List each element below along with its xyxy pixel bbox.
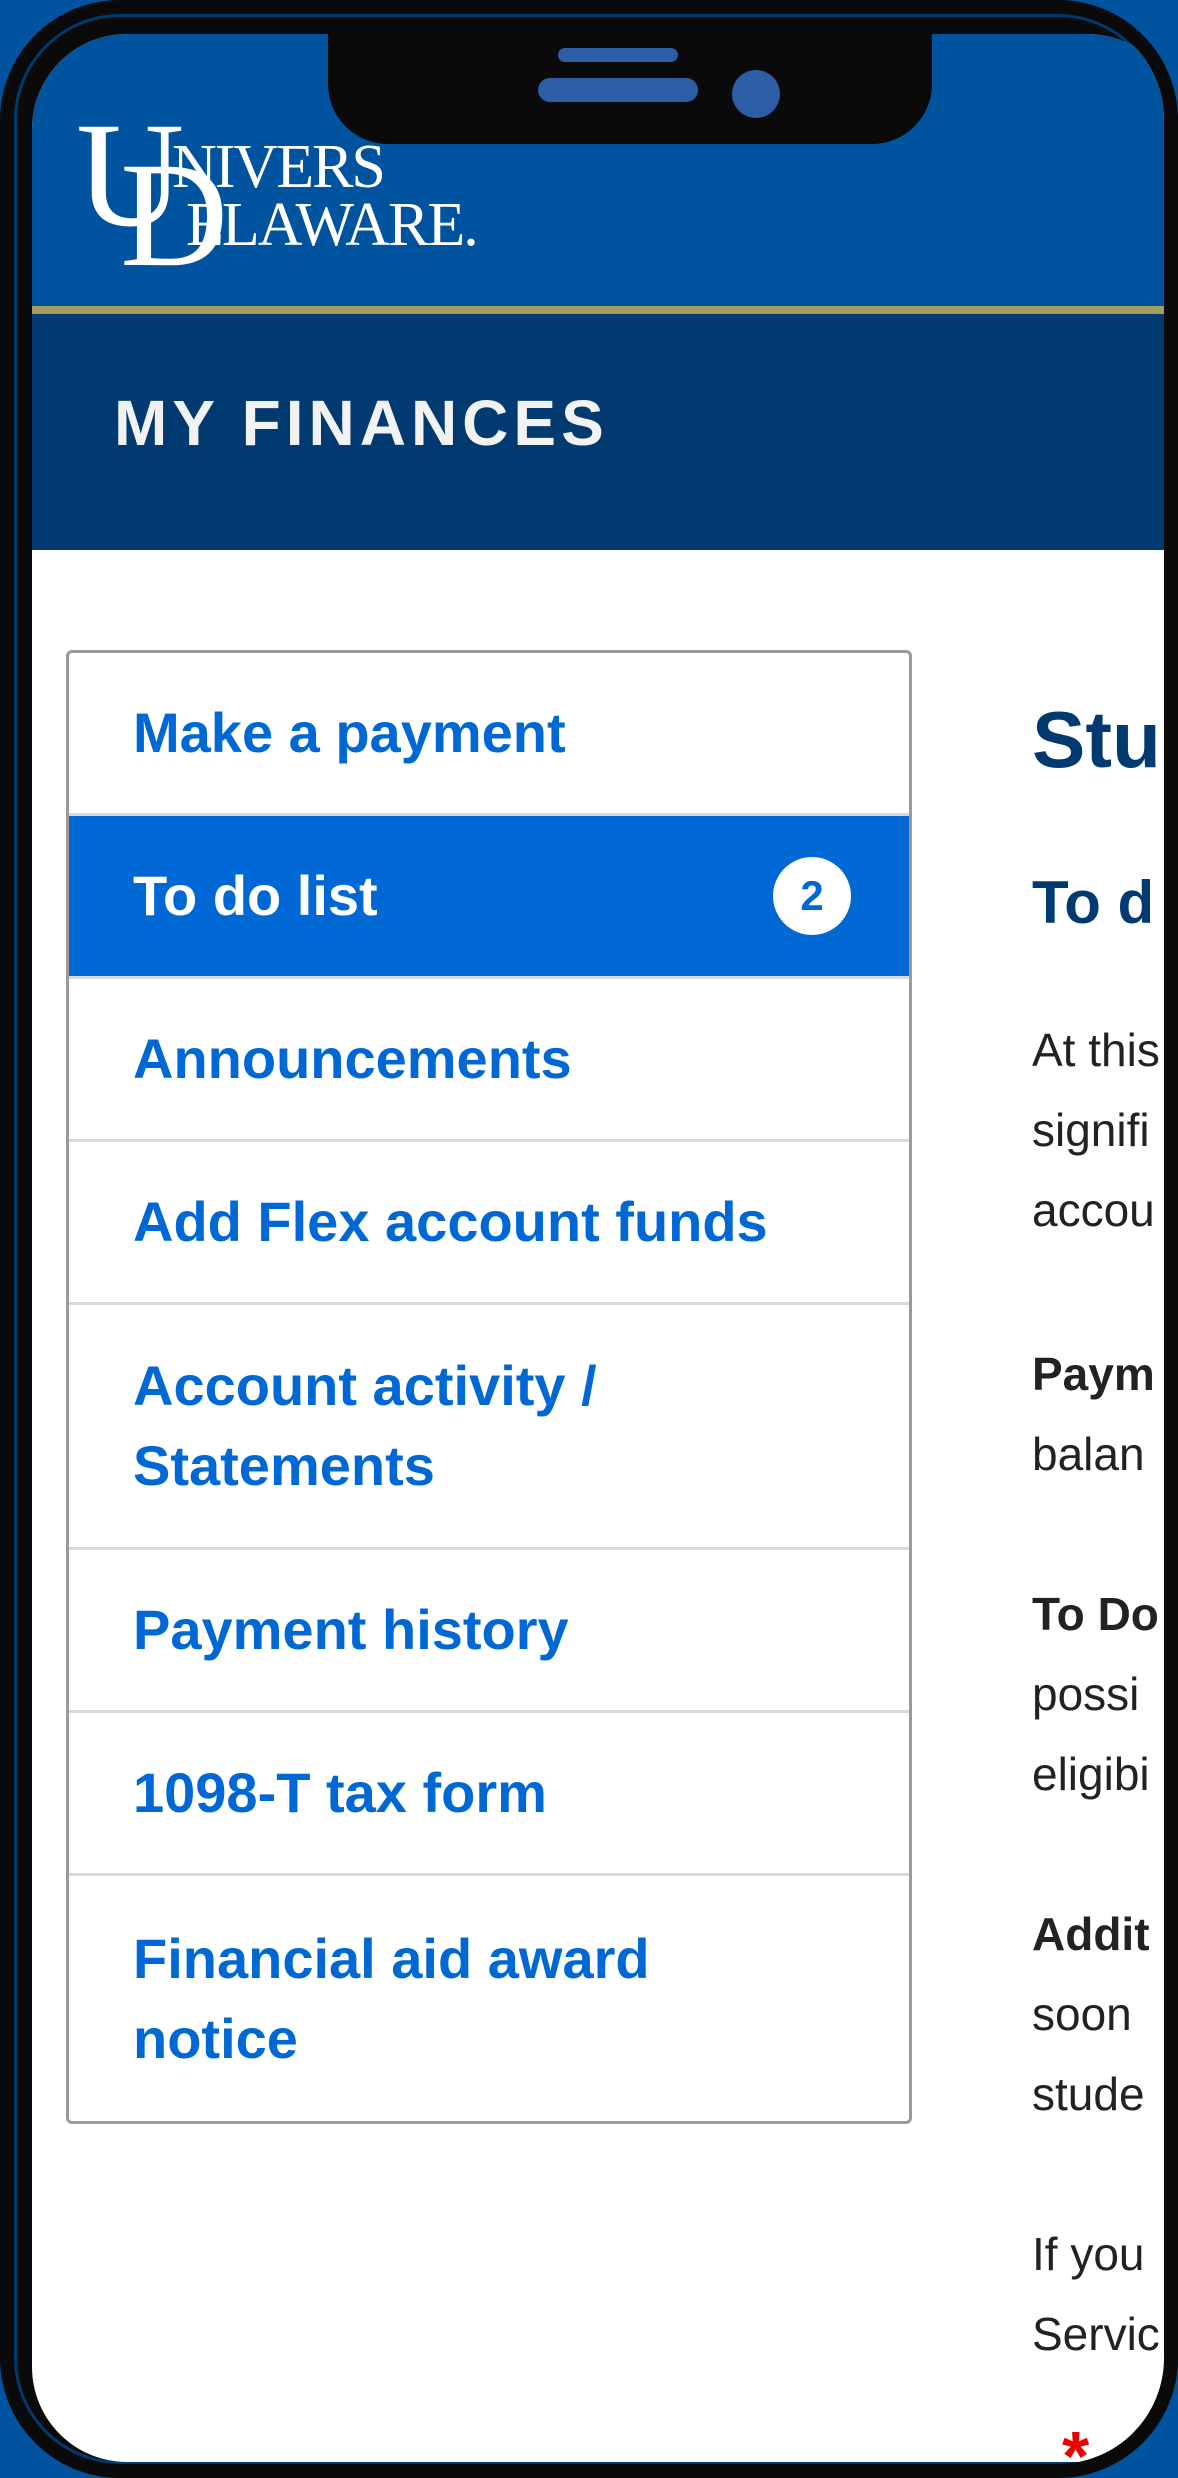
section-header: MY FINANCES [32, 314, 1164, 550]
page-title: MY FINANCES [114, 387, 609, 459]
speaker-grille-icon [538, 78, 698, 102]
content-subheading: To d [1032, 869, 1155, 936]
menu-item-label: Financial aid award notice [133, 1919, 650, 2079]
content-line: eligibi [1032, 1748, 1150, 1800]
content-line: stude [1032, 2068, 1145, 2120]
menu-item-payment-history[interactable]: Payment history [69, 1550, 909, 1713]
phone-frame: U D NIVERS ELAWARE. MY FINANCES Make a p… [0, 0, 1178, 2478]
required-asterisk: * [1062, 2417, 1090, 2462]
menu-item-label: Account activity / Statements [133, 1346, 597, 1506]
menu-item-label: Payment history [133, 1598, 569, 1661]
speaker-icon [558, 48, 678, 62]
gold-divider [32, 306, 1164, 314]
content-line: accou [1032, 1184, 1155, 1236]
logo-text-line2: ELAWARE. [186, 191, 479, 259]
content-line: Servic [1032, 2308, 1160, 2360]
content-line: Paym [1032, 1348, 1155, 1400]
content-line: To Do [1032, 1588, 1159, 1640]
count-badge: 2 [773, 857, 851, 935]
menu-item-account-activity[interactable]: Account activity / Statements [69, 1305, 909, 1550]
menu-item-label: Add Flex account funds [133, 1190, 768, 1253]
menu-item-announcements[interactable]: Announcements [69, 979, 909, 1142]
menu-item-label: To do list [133, 864, 378, 927]
content-line: signifi [1032, 1104, 1150, 1156]
content-line: Addit [1032, 1908, 1150, 1960]
content-line: balan [1032, 1428, 1145, 1480]
finance-menu: Make a payment To do list 2 Announcement… [66, 650, 912, 2124]
content-heading: Stu [1032, 695, 1161, 784]
phone-screen: U D NIVERS ELAWARE. MY FINANCES Make a p… [32, 34, 1164, 2462]
content-line: At this [1032, 1024, 1160, 1076]
camera-icon [732, 70, 780, 118]
menu-item-to-do-list[interactable]: To do list 2 [69, 816, 909, 979]
menu-item-make-payment[interactable]: Make a payment [69, 653, 909, 816]
menu-item-label: 1098-T tax form [133, 1761, 547, 1824]
menu-item-financial-aid[interactable]: Financial aid award notice [69, 1876, 909, 2121]
menu-item-label-line1: Financial aid award [133, 1926, 650, 1990]
menu-item-label: Announcements [133, 1027, 572, 1090]
menu-item-label-line1: Account activity / [133, 1354, 597, 1417]
menu-item-1098t[interactable]: 1098-T tax form [69, 1713, 909, 1876]
content-line: If you [1032, 2228, 1145, 2280]
content-line: soon [1032, 1988, 1132, 2040]
content-line: possi [1032, 1668, 1140, 1720]
menu-item-label: Make a payment [133, 701, 566, 764]
menu-item-label-line2: notice [133, 2006, 298, 2070]
phone-notch [328, 34, 932, 144]
menu-item-label-line2: Statements [133, 1434, 435, 1497]
menu-item-add-flex-funds[interactable]: Add Flex account funds [69, 1142, 909, 1305]
